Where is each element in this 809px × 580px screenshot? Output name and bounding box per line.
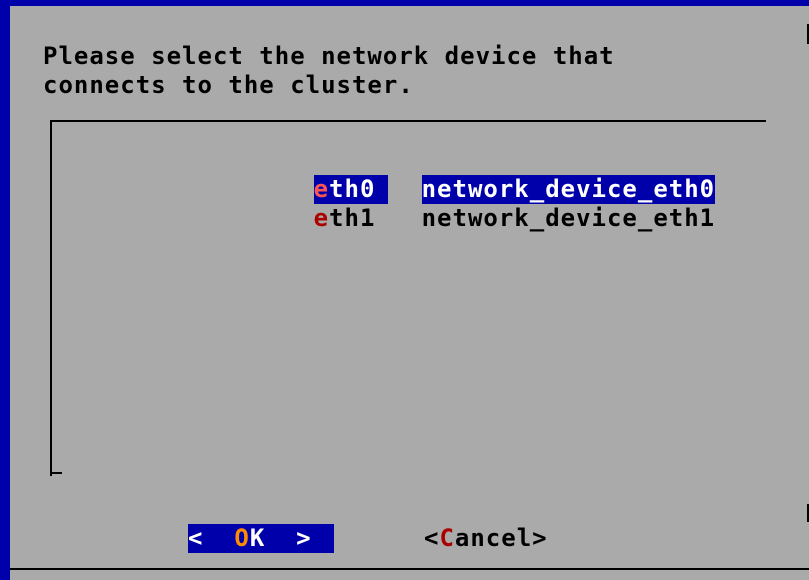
cancel-button-left: < [424,524,440,552]
network-device-list[interactable]: eth0 network_device_eth0 eth1 network_devi… [50,120,766,476]
dialog-prompt: Please select the network device that co… [43,42,615,99]
list-item-tag: eth1 [314,204,388,233]
cancel-button-right: ancel> [454,524,548,552]
tag-hotkey: e [313,204,330,232]
dialog-top-border [10,0,809,6]
list-item-description: network_device_eth1 [421,204,716,232]
list-item-eth1[interactable]: eth1 network_device_eth1 [190,175,715,232]
tag-rest: th1 [329,204,376,232]
button-bar: < OK > <Cancel> [10,524,809,558]
cancel-button-hotkey: C [439,524,455,552]
dialog-bottom-border [10,568,809,570]
ok-button-right: K > [249,524,312,552]
network-device-dialog: Please select the network device that co… [10,0,809,580]
ok-button-left: < [188,524,235,552]
terminal-screen: Please select the network device that co… [0,0,809,580]
list-item-eth0[interactable]: eth0 network_device_eth0 [190,146,716,204]
ok-button-hotkey: O [234,524,250,552]
ok-button[interactable]: < OK > [188,524,334,553]
cancel-button[interactable]: <Cancel> [424,524,548,553]
listbox-bottom-corner [50,472,62,474]
